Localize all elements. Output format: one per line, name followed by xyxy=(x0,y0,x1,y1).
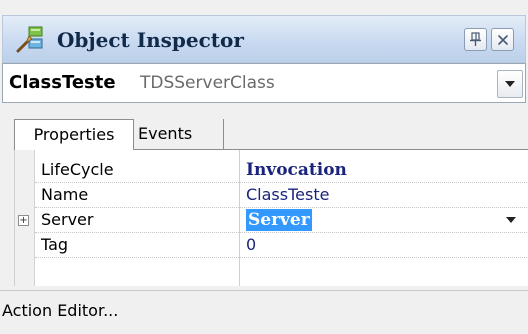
action-editor-link[interactable]: Action Editor... xyxy=(2,299,118,323)
property-name: Server xyxy=(41,210,94,229)
pin-button[interactable] xyxy=(464,28,487,51)
close-icon xyxy=(497,34,508,45)
property-row-server[interactable]: + Server Server xyxy=(18,208,528,233)
property-grid: LifeCycle Invocation Name ClassTeste + S… xyxy=(14,150,528,286)
object-selector[interactable]: ClassTeste TDSServerClass xyxy=(2,63,526,103)
close-button[interactable] xyxy=(491,28,514,51)
object-selector-dropdown-button[interactable] xyxy=(497,70,523,98)
pin-icon xyxy=(470,32,481,46)
property-name: LifeCycle xyxy=(41,160,114,179)
tab-properties[interactable]: Properties xyxy=(14,119,134,151)
property-dropdown-button[interactable] xyxy=(500,210,522,230)
expand-toggle[interactable]: + xyxy=(18,215,29,226)
window-title: Object Inspector xyxy=(57,28,244,52)
chevron-down-icon xyxy=(505,81,515,87)
property-name: Tag xyxy=(41,235,69,254)
chevron-down-icon xyxy=(506,217,516,223)
tab-strip: Properties Events xyxy=(14,119,528,151)
property-value-selected[interactable]: Server xyxy=(246,209,312,231)
property-value[interactable]: 0 xyxy=(246,233,256,257)
property-row-lifecycle[interactable]: LifeCycle Invocation xyxy=(35,158,528,183)
object-inspector-icon xyxy=(15,24,45,54)
property-value[interactable]: ClassTeste xyxy=(246,183,329,207)
tab-events[interactable]: Events xyxy=(134,119,224,150)
property-value[interactable]: Invocation xyxy=(246,158,347,182)
title-bar[interactable]: Object Inspector xyxy=(2,15,526,63)
action-bar: Action Editor... xyxy=(0,290,528,334)
object-inspector-window: Object Inspector ClassTeste TDSServerCla… xyxy=(0,0,528,334)
selected-object-type: TDSServerClass xyxy=(140,73,275,93)
property-name: Name xyxy=(41,185,89,204)
selected-object-name: ClassTeste xyxy=(9,72,116,93)
property-row-tag[interactable]: Tag 0 xyxy=(35,233,528,258)
property-row-name[interactable]: Name ClassTeste xyxy=(35,183,528,208)
